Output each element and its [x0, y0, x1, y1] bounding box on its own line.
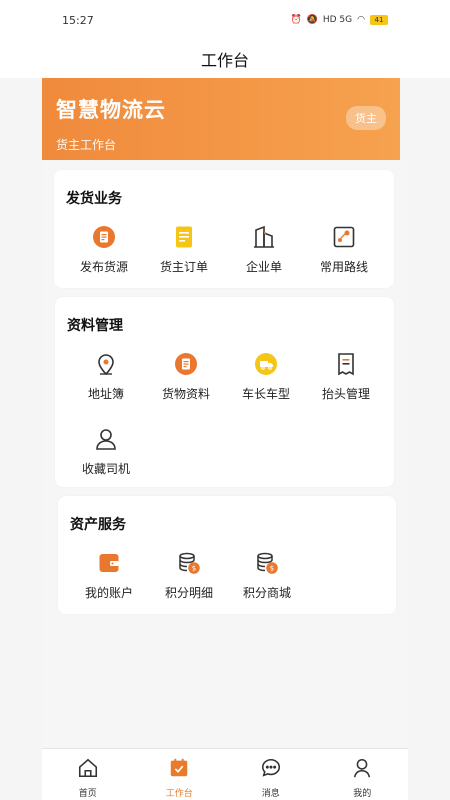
grid-item-favorite-drivers[interactable]: 收藏司机: [63, 427, 149, 477]
grid-item-label: 我的账户: [84, 586, 133, 600]
home-icon: [77, 757, 99, 783]
route-map-icon: [332, 225, 356, 249]
grid-item-shipper-orders[interactable]: 货主订单: [141, 225, 227, 275]
svg-text:$: $: [270, 565, 274, 573]
wallet-icon: [97, 551, 121, 575]
page-title: 工作台: [200, 51, 249, 70]
network-indicator: HD 5G: [322, 15, 353, 25]
grid-item-label: 抬头管理: [321, 387, 370, 401]
mute-icon: 🔕: [306, 15, 318, 25]
cargo-info-icon: [174, 352, 198, 376]
svg-text:$: $: [192, 565, 196, 573]
section-asset-services: 资产服务 我的账户 $ 积分明细 $ 积分商城: [58, 496, 396, 614]
grid-item-publish-cargo[interactable]: 发布货源: [61, 225, 147, 275]
grid-item-points-detail[interactable]: $ 积分明细: [146, 551, 232, 601]
order-document-icon: [172, 225, 196, 249]
grid-item-vehicle-type[interactable]: 车长车型: [223, 352, 309, 402]
grid-item-label: 收藏司机: [81, 462, 130, 476]
grid-item-label: 积分明细: [164, 586, 213, 600]
coins-icon: $: [177, 551, 201, 575]
truck-icon: [254, 352, 278, 376]
person-icon: [94, 427, 118, 451]
tab-label: 首页: [78, 789, 97, 799]
calendar-check-icon: [168, 757, 190, 783]
location-pin-icon: [94, 352, 118, 376]
section-data-management: 资料管理 地址簿 货物资料 车长车型 抬头管理 收藏司机: [55, 297, 394, 487]
coins-shop-icon: $: [255, 551, 279, 575]
status-time: 15:27: [62, 13, 94, 27]
grid-item-label: 货主订单: [159, 260, 208, 274]
hero-banner: 智慧物流云 货主工作台 货主: [42, 78, 400, 160]
grid-item-common-routes[interactable]: 常用路线: [301, 225, 387, 275]
app-title: 智慧物流云: [56, 98, 166, 122]
role-badge[interactable]: 货主: [346, 106, 386, 130]
battery-icon: 41: [370, 15, 388, 25]
grid-item-label: 货物资料: [161, 387, 210, 401]
chat-bubble-icon: [260, 757, 282, 783]
grid-item-my-account[interactable]: 我的账户: [66, 551, 152, 601]
section-title: 发货业务: [66, 191, 122, 207]
bottom-tab-bar: 首页 工作台 消息 我的: [42, 748, 408, 800]
alarm-icon: ⏰: [290, 15, 302, 25]
grid-item-invoice-title[interactable]: 抬头管理: [303, 352, 389, 402]
receipt-icon: [334, 352, 358, 376]
grid-item-enterprise-orders[interactable]: 企业单: [221, 225, 307, 275]
wifi-icon: ◠: [357, 15, 365, 25]
grid-item-label: 企业单: [245, 260, 282, 274]
user-icon: [351, 757, 373, 783]
grid-item-label: 积分商城: [242, 586, 291, 600]
status-icons: ⏰ 🔕 HD 5G ◠ 41: [290, 15, 388, 25]
tab-workbench[interactable]: 工作台: [139, 757, 219, 799]
tab-label: 我的: [353, 789, 372, 799]
tab-messages[interactable]: 消息: [231, 757, 311, 799]
tab-profile[interactable]: 我的: [322, 757, 402, 799]
app-subtitle: 货主工作台: [56, 138, 117, 152]
status-bar: 15:27 ⏰ 🔕 HD 5G ◠ 41: [0, 0, 450, 40]
tab-label: 消息: [261, 789, 280, 799]
grid-item-points-mall[interactable]: $ 积分商城: [224, 551, 310, 601]
section-title: 资料管理: [67, 318, 123, 334]
section-title: 资产服务: [70, 517, 126, 533]
grid-item-label: 常用路线: [319, 260, 368, 274]
grid-item-cargo-info[interactable]: 货物资料: [143, 352, 229, 402]
publish-cargo-icon: [92, 225, 116, 249]
enterprise-building-icon: [252, 225, 276, 249]
nav-bar: 工作台: [0, 40, 450, 78]
tab-label: 工作台: [165, 789, 193, 799]
grid-item-label: 发布货源: [79, 260, 128, 274]
tab-home[interactable]: 首页: [48, 757, 128, 799]
grid-item-label: 地址簿: [87, 387, 124, 401]
grid-item-label: 车长车型: [241, 387, 290, 401]
section-shipping-business: 发货业务 发布货源 货主订单 企业单 常用路线: [54, 170, 394, 288]
grid-item-address-book[interactable]: 地址簿: [63, 352, 149, 402]
